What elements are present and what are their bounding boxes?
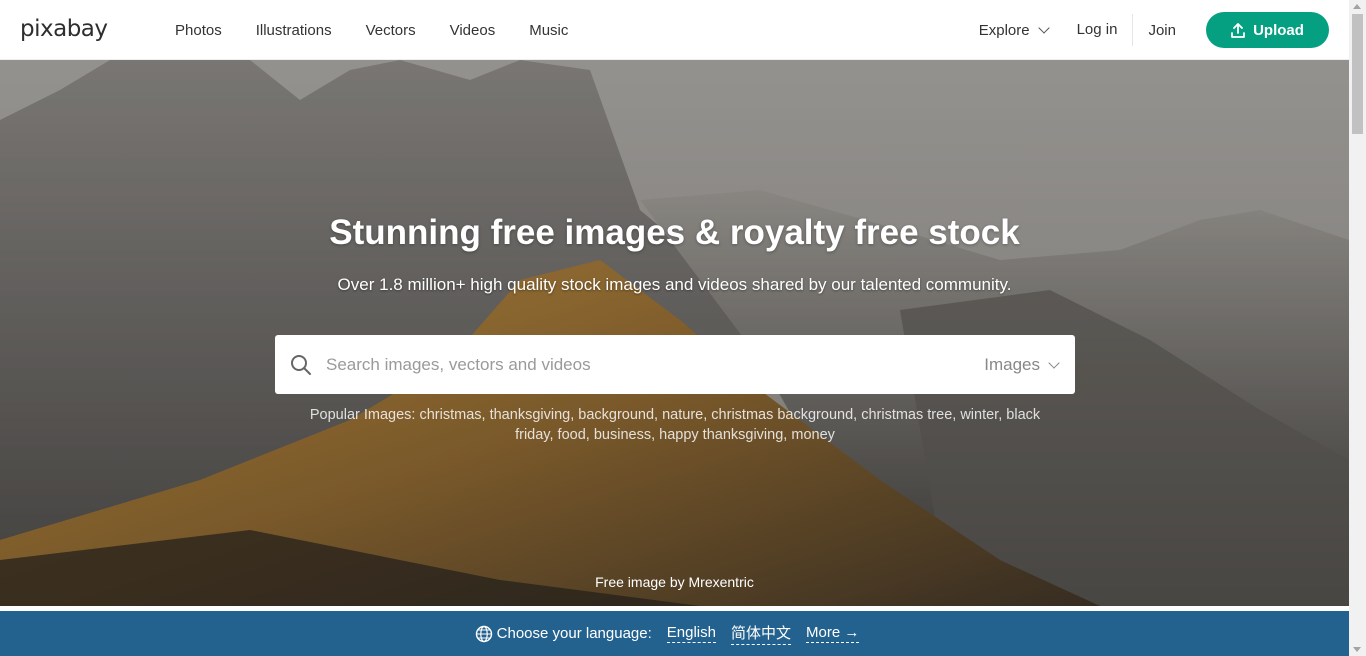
popular-label: Popular Images:: [309, 407, 416, 423]
scroll-up-arrow[interactable]: [1353, 4, 1361, 9]
search-type-dropdown[interactable]: Images: [984, 335, 1060, 394]
search-type-label: Images: [984, 354, 1040, 374]
tag-link[interactable]: business: [594, 427, 651, 443]
tag-link[interactable]: nature: [662, 407, 703, 423]
login-link[interactable]: Log in: [1077, 14, 1134, 46]
popular-tags: Popular Images: christmas, thanksgiving,…: [309, 407, 1041, 443]
pixabay-logo[interactable]: pixabay: [20, 16, 108, 42]
join-link[interactable]: Join: [1148, 22, 1176, 39]
site-header: pixabay Photos Illustrations Vectors Vid…: [0, 0, 1349, 60]
scrollbar-thumb[interactable]: [1352, 14, 1363, 134]
nav-photos[interactable]: Photos: [175, 22, 222, 39]
upload-button[interactable]: Upload: [1206, 12, 1329, 48]
chevron-down-icon: [1037, 22, 1050, 34]
main-nav: Photos Illustrations Vectors Videos Musi…: [175, 0, 602, 60]
search-input[interactable]: [326, 354, 946, 375]
tag-link[interactable]: christmas: [419, 407, 481, 423]
chevron-down-icon: [1048, 356, 1060, 369]
image-credit: Free image by Mrexentric: [0, 574, 1349, 590]
search-bar: Images: [275, 335, 1075, 394]
explore-menu[interactable]: Explore: [978, 21, 1050, 39]
hero-banner: Stunning free images & royalty free stoc…: [0, 60, 1349, 606]
tag-link[interactable]: christmas tree: [861, 407, 952, 423]
tag-link[interactable]: thanksgiving: [490, 407, 571, 423]
tag-link[interactable]: food: [558, 427, 586, 443]
header-actions: Explore Log in Join Upload: [979, 0, 1329, 60]
language-option-chinese[interactable]: 简体中文: [730, 622, 791, 645]
credit-prefix: Free image by: [595, 574, 685, 590]
tag-link[interactable]: christmas background: [711, 407, 853, 423]
hero-subtitle: Over 1.8 million+ high quality stock ima…: [337, 275, 1012, 294]
nav-illustrations[interactable]: Illustrations: [256, 22, 332, 39]
explore-label: Explore: [978, 21, 1030, 39]
search-icon[interactable]: [290, 354, 312, 376]
mountain-background-image: [0, 60, 1349, 606]
credit-author-link[interactable]: Mrexentric: [689, 574, 754, 590]
hero-title: Stunning free images & royalty free stoc…: [329, 213, 1020, 252]
nav-vectors[interactable]: Vectors: [366, 22, 416, 39]
nav-music[interactable]: Music: [529, 22, 568, 39]
language-option-english[interactable]: English: [666, 624, 716, 643]
tag-link[interactable]: background: [578, 407, 654, 423]
language-more-link[interactable]: More →: [806, 624, 860, 643]
language-label: Choose your language:: [496, 625, 652, 642]
language-bar: Choose your language: English 简体中文 More …: [0, 611, 1349, 656]
tag-link[interactable]: happy thanksgiving: [659, 427, 783, 443]
tag-link[interactable]: money: [791, 427, 835, 443]
nav-videos[interactable]: Videos: [450, 22, 496, 39]
scroll-down-arrow[interactable]: [1353, 647, 1361, 652]
upload-icon: [1231, 22, 1245, 38]
tag-link[interactable]: winter: [960, 407, 998, 423]
upload-label: Upload: [1253, 21, 1304, 39]
globe-icon: [475, 625, 492, 642]
page-scrollbar[interactable]: [1349, 0, 1366, 656]
